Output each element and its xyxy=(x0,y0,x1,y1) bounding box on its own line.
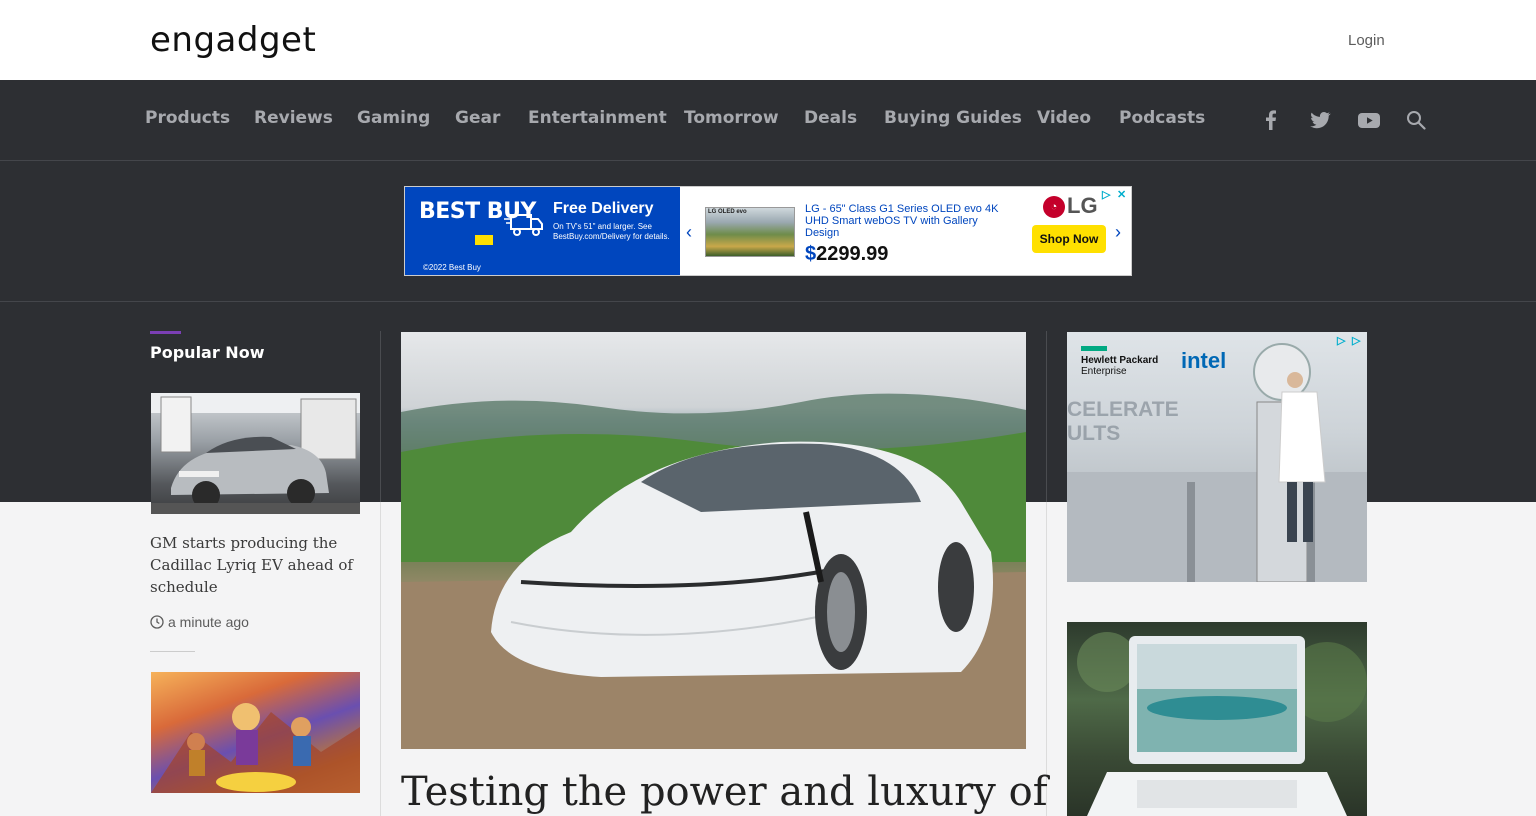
adchoices-icon[interactable]: ▷ xyxy=(1337,335,1349,347)
hpe-intel-ad[interactable]: Hewlett Packard Enterprise intel CELERAT… xyxy=(1067,332,1367,582)
ad-faded-text-line1: CELERATE xyxy=(1067,398,1179,421)
ad-copyright: ©2022 Best Buy xyxy=(423,263,481,272)
product-price: $2299.99 xyxy=(805,243,888,266)
top-header: engadget Login xyxy=(0,0,1536,80)
bestbuy-tag-icon xyxy=(475,235,493,245)
nav-item-entertainment[interactable]: Entertainment xyxy=(528,108,667,128)
popular-separator xyxy=(150,651,195,652)
fortnite-thumbnail[interactable] xyxy=(151,672,360,793)
bestbuy-ad-panel: BEST BUY Free Delivery On TV's 51" and l… xyxy=(405,187,680,275)
hpe-name-line1: Hewlett Packard xyxy=(1081,355,1159,366)
ad-subtext: On TV's 51" and larger. See BestBuy.com/… xyxy=(553,222,670,241)
intel-logo: intel xyxy=(1181,348,1227,373)
hpe-name-line2: Enterprise xyxy=(1081,366,1127,377)
login-link[interactable]: Login xyxy=(1348,32,1385,49)
popular-accent-bar xyxy=(150,331,181,334)
ad-next-arrow-icon[interactable]: › xyxy=(1115,223,1125,241)
clock-icon xyxy=(150,615,164,629)
nav-item-podcasts[interactable]: Podcasts xyxy=(1119,108,1205,128)
nav-item-gaming[interactable]: Gaming xyxy=(357,108,430,128)
search-icon[interactable] xyxy=(1404,108,1428,132)
lg-circle-icon: ◔ xyxy=(1043,196,1065,219)
price-value: 2299.99 xyxy=(816,243,889,265)
hero-article-image[interactable] xyxy=(401,332,1026,749)
column-divider-left-light xyxy=(380,502,381,816)
ad-faded-text-line2: ULTS xyxy=(1067,422,1121,445)
tv-product-image: LG OLED evo xyxy=(705,207,795,257)
nav-item-gear[interactable]: Gear xyxy=(455,108,500,128)
popular-now-heading: Popular Now xyxy=(150,343,265,362)
ad-close-icon[interactable]: ✕ xyxy=(1117,189,1129,201)
time-text: a minute ago xyxy=(168,614,249,630)
engadget-logo[interactable]: engadget xyxy=(150,20,316,60)
twitter-icon[interactable] xyxy=(1308,108,1332,132)
hpe-logo-bar xyxy=(1081,346,1107,351)
popular-article-time: a minute ago xyxy=(150,614,249,630)
laptop-article-image[interactable] xyxy=(1067,622,1367,816)
price-symbol: $ xyxy=(805,243,817,265)
nav-item-reviews[interactable]: Reviews xyxy=(254,108,333,128)
delivery-truck-icon xyxy=(504,214,543,236)
youtube-icon[interactable] xyxy=(1357,108,1381,132)
nav-item-deals[interactable]: Deals xyxy=(804,108,857,128)
main-nav: Products Reviews Gaming Gear Entertainme… xyxy=(0,80,1536,161)
nav-item-buying-guides[interactable]: Buying Guides xyxy=(884,108,1022,128)
lg-logo: ◔ LG xyxy=(1043,193,1098,219)
shop-now-button[interactable]: Shop Now xyxy=(1032,225,1106,253)
tv-thumb-label: LG OLED evo xyxy=(708,209,747,215)
nav-item-video[interactable]: Video xyxy=(1037,108,1091,128)
column-divider-right xyxy=(1046,331,1047,502)
adchoices-play-icon-2[interactable]: ▷ xyxy=(1352,335,1364,347)
ad-prev-arrow-icon[interactable]: ‹ xyxy=(686,223,696,241)
nav-item-products[interactable]: Products xyxy=(145,108,230,128)
ad-headline: Free Delivery xyxy=(553,200,654,217)
hero-article-title[interactable]: Testing the power and luxury of xyxy=(401,766,1048,816)
facebook-icon[interactable] xyxy=(1259,108,1283,132)
product-description: LG - 65" Class G1 Series OLED evo 4K UHD… xyxy=(805,203,999,239)
cadillac-lyriq-thumbnail[interactable] xyxy=(151,393,360,514)
adchoices-play-icon[interactable]: ▷ xyxy=(1102,189,1114,201)
popular-article-title[interactable]: GM starts producing the Cadillac Lyriq E… xyxy=(150,532,360,598)
bestbuy-banner-ad[interactable]: BEST BUY Free Delivery On TV's 51" and l… xyxy=(404,186,1132,276)
nav-item-tomorrow[interactable]: Tomorrow xyxy=(684,108,779,128)
lg-logo-text: LG xyxy=(1067,193,1098,218)
